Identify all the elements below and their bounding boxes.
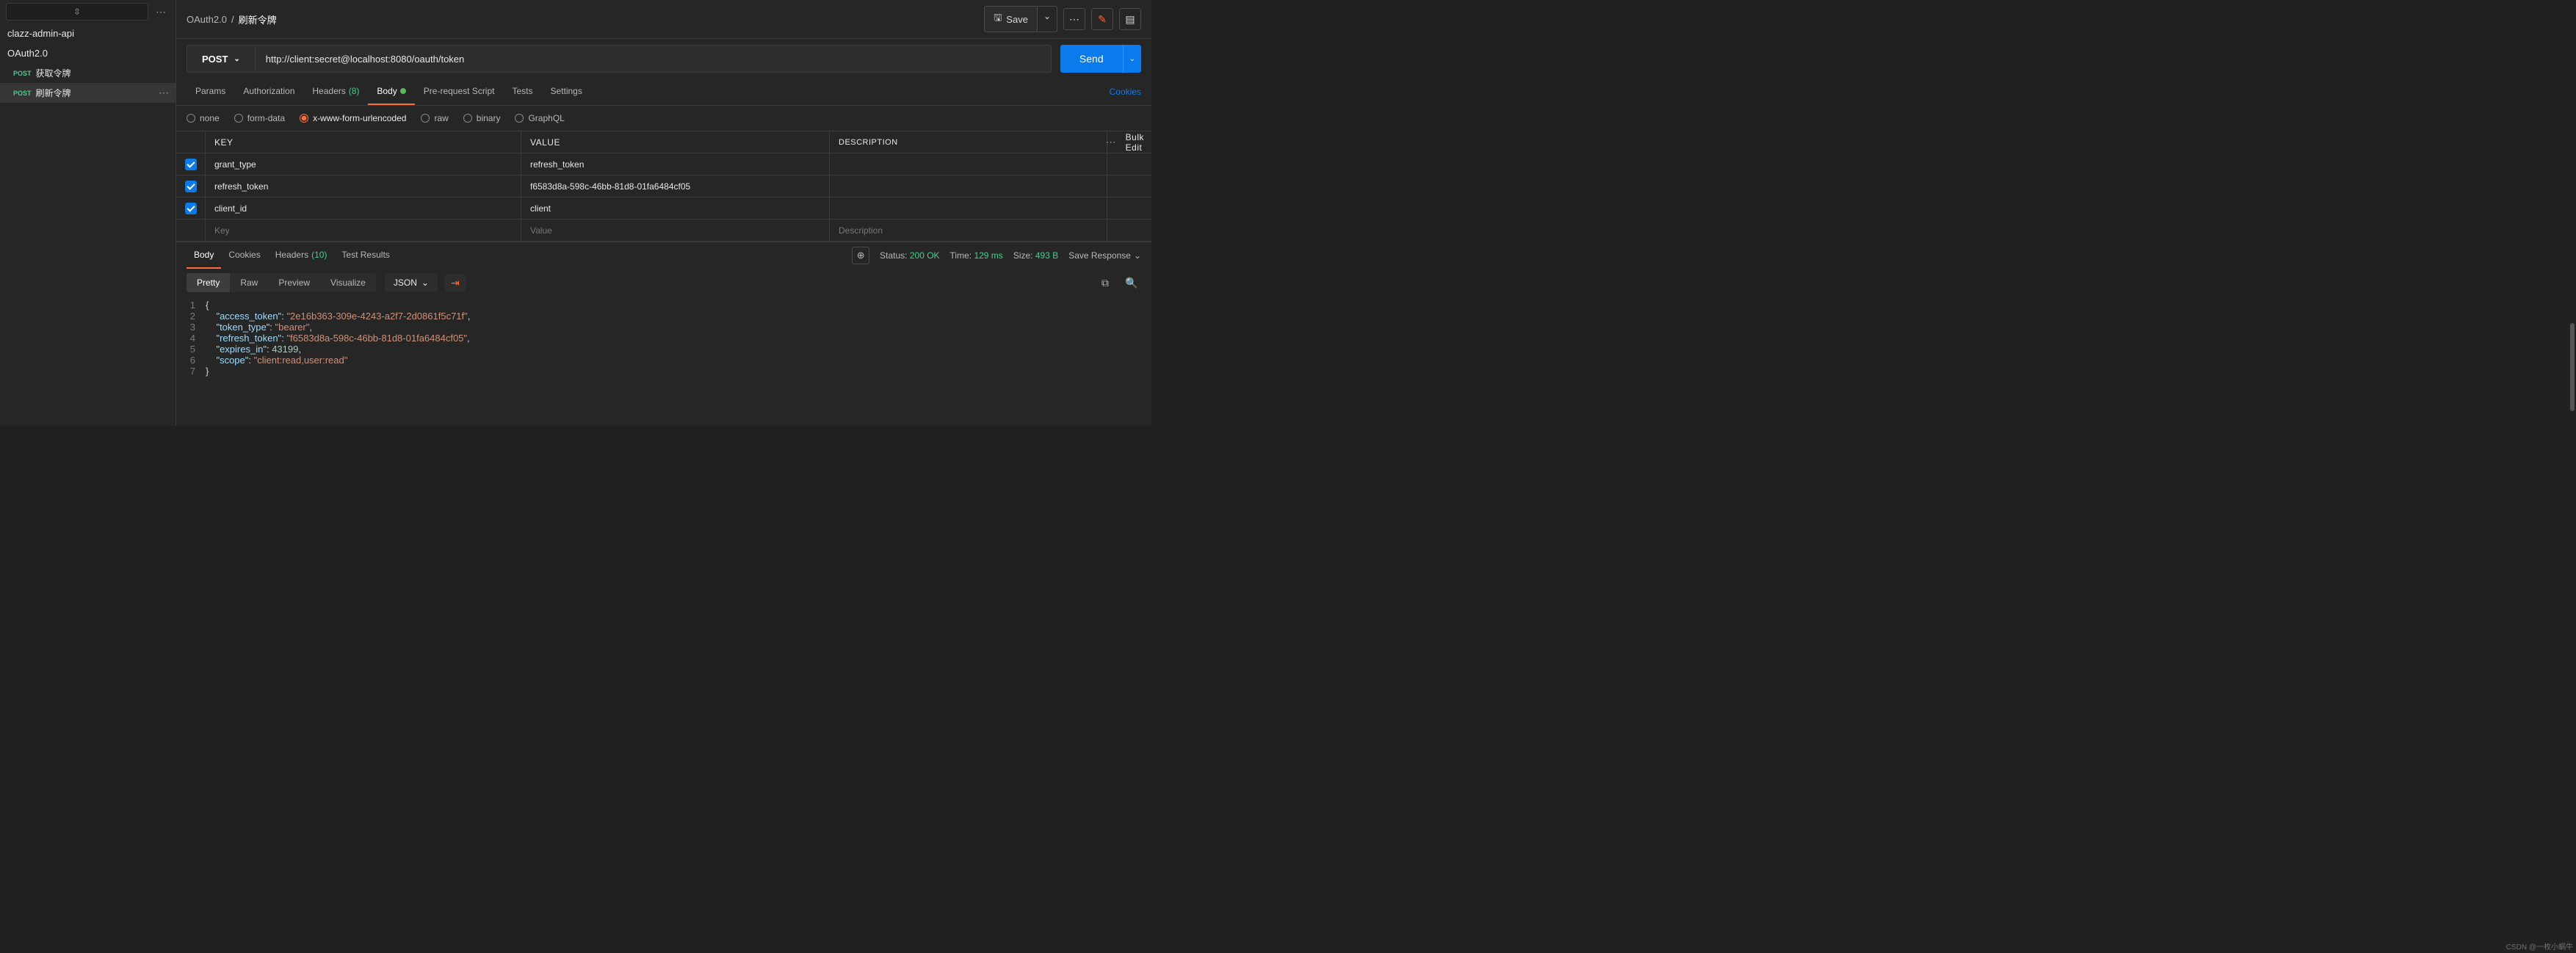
response-panel: Body Cookies Headers (10) Test Results ⊕… [176, 242, 1151, 426]
row-desc[interactable] [830, 198, 1107, 219]
response-tabs: Body Cookies Headers (10) Test Results ⊕… [176, 242, 1151, 269]
table-row: client_id client [176, 198, 1151, 220]
active-dot-icon [400, 88, 406, 94]
sidebar-toolbar: ⇳ ⋯ [0, 0, 176, 23]
col-desc: DESCRIPTION [830, 131, 1107, 153]
tab-headers[interactable]: Headers (8) [303, 79, 368, 105]
copy-icon[interactable]: ⧉ [1096, 273, 1115, 292]
resp-tab-headers[interactable]: Headers (10) [268, 242, 335, 269]
row-value[interactable]: client [521, 198, 830, 219]
request-label: 获取令牌 [36, 67, 71, 79]
row-checkbox[interactable] [185, 181, 197, 192]
bulk-edit-button[interactable]: Bulk Edit [1126, 132, 1144, 153]
row-desc[interactable] [830, 175, 1107, 197]
tab-tests[interactable]: Tests [503, 79, 541, 105]
save-button[interactable]: 🖫 Save [984, 6, 1038, 32]
save-response-button[interactable]: Save Response ⌄ [1068, 250, 1141, 261]
table-row: grant_type refresh_token [176, 153, 1151, 175]
table-row: refresh_token f6583d8a-598c-46bb-81d8-01… [176, 175, 1151, 198]
body-type-row: none form-data x-www-form-urlencoded raw… [176, 106, 1151, 131]
tab-authorization[interactable]: Authorization [234, 79, 303, 105]
request-item[interactable]: POST 获取令牌 [0, 63, 176, 83]
radio-none[interactable]: none [187, 113, 220, 123]
tab-body[interactable]: Body [368, 79, 414, 105]
request-tabs: Params Authorization Headers (8) Body Pr… [176, 79, 1151, 106]
table-more-icon[interactable]: ⋯ [1103, 134, 1120, 150]
topbar: OAuth2.0 / 刷新令牌 🖫 Save ⌄ ⋯ ✎ ▤ [176, 0, 1151, 39]
main-panel: OAuth2.0 / 刷新令牌 🖫 Save ⌄ ⋯ ✎ ▤ POST [176, 0, 1151, 426]
row-key[interactable]: client_id [206, 198, 521, 219]
col-value: VALUE [521, 131, 830, 153]
cookies-link[interactable]: Cookies [1110, 87, 1141, 97]
radio-binary[interactable]: binary [463, 113, 501, 123]
breadcrumb-collection[interactable]: OAuth2.0 [187, 14, 227, 25]
kv-table: KEY VALUE DESCRIPTION ⋯ Bulk Edit grant_t… [176, 131, 1151, 242]
breadcrumb-sep: / [231, 14, 234, 25]
row-key-input[interactable]: Key [206, 220, 521, 241]
chevron-down-icon: ⌄ [234, 55, 239, 63]
collection-item[interactable]: clazz-admin-api [0, 23, 176, 43]
search-icon[interactable]: 🔍 [1122, 273, 1141, 292]
row-value[interactable]: f6583d8a-598c-46bb-81d8-01fa6484cf05 [521, 175, 830, 197]
tab-prerequest[interactable]: Pre-request Script [415, 79, 504, 105]
row-checkbox[interactable] [185, 159, 197, 170]
row-checkbox[interactable] [185, 203, 197, 214]
view-visualize[interactable]: Visualize [320, 273, 376, 292]
filter-input[interactable]: ⇳ [6, 3, 148, 21]
view-raw[interactable]: Raw [230, 273, 268, 292]
send-button[interactable]: Send [1060, 45, 1123, 73]
watermark: CSDN @一枚小蜗牛 [2506, 941, 2573, 952]
format-select[interactable]: JSON⌄ [385, 273, 438, 292]
row-key[interactable]: grant_type [206, 153, 521, 175]
edit-button[interactable]: ✎ [1091, 8, 1113, 30]
row-desc-input[interactable]: Description [830, 220, 1107, 241]
request-label: 刷新令牌 [36, 87, 71, 99]
chevron-down-icon: ⌄ [422, 278, 429, 288]
url-input[interactable]: http://client:secret@localhost:8080/oaut… [256, 45, 1052, 73]
radio-graphql[interactable]: GraphQL [515, 113, 564, 123]
globe-icon[interactable]: ⊕ [852, 247, 869, 264]
collection-item[interactable]: OAuth2.0 [0, 43, 176, 63]
row-key[interactable]: refresh_token [206, 175, 521, 197]
chevron-down-icon: ⌄ [1134, 250, 1141, 261]
radio-raw[interactable]: raw [421, 113, 448, 123]
view-pretty[interactable]: Pretty [187, 273, 230, 292]
row-value-input[interactable]: Value [521, 220, 830, 241]
row-desc[interactable] [830, 153, 1107, 175]
scrollbar-thumb[interactable] [2570, 323, 2575, 411]
method-select[interactable]: POST ⌄ [187, 45, 256, 73]
request-row: POST ⌄ http://client:secret@localhost:80… [176, 39, 1151, 79]
table-row-new: Key Value Description [176, 220, 1151, 242]
resp-tab-test-results[interactable]: Test Results [334, 242, 397, 269]
response-body-view[interactable]: 1{2 "access_token": "2e16b363-309e-4243-… [176, 297, 1151, 426]
tab-settings[interactable]: Settings [542, 79, 591, 105]
resp-tab-cookies[interactable]: Cookies [221, 242, 267, 269]
send-dropdown[interactable]: ⌄ [1123, 45, 1141, 73]
status-time: 129 ms [974, 250, 1002, 261]
more-actions-button[interactable]: ⋯ [1063, 8, 1085, 30]
resp-tab-body[interactable]: Body [187, 242, 221, 269]
save-dropdown[interactable]: ⌄ [1038, 6, 1057, 32]
request-item[interactable]: POST 刷新令牌 ⋯ [0, 83, 176, 103]
save-icon: 🖫 [994, 11, 1002, 27]
radio-xwww[interactable]: x-www-form-urlencoded [300, 113, 406, 123]
sidebar-more-icon[interactable]: ⋯ [153, 4, 170, 20]
filter-icon: ⇳ [73, 7, 81, 17]
col-key: KEY [206, 131, 521, 153]
breadcrumb-request: 刷新令牌 [239, 12, 277, 26]
status-size: 493 B [1035, 250, 1058, 261]
sidebar: ⇳ ⋯ clazz-admin-api OAuth2.0 POST 获取令牌 P… [0, 0, 176, 426]
view-preview[interactable]: Preview [268, 273, 320, 292]
radio-formdata[interactable]: form-data [234, 113, 285, 123]
method-badge: POST [13, 90, 32, 97]
tab-params[interactable]: Params [187, 79, 234, 105]
status-code: 200 OK [910, 250, 940, 261]
row-value[interactable]: refresh_token [521, 153, 830, 175]
response-toolbar: Pretty Raw Preview Visualize JSON⌄ ⇥ ⧉ 🔍 [176, 269, 1151, 297]
request-more-icon[interactable]: ⋯ [159, 87, 170, 99]
method-badge: POST [13, 70, 32, 77]
wrap-lines-button[interactable]: ⇥ [445, 274, 466, 292]
comments-button[interactable]: ▤ [1119, 8, 1141, 30]
breadcrumb: OAuth2.0 / 刷新令牌 [187, 12, 277, 26]
